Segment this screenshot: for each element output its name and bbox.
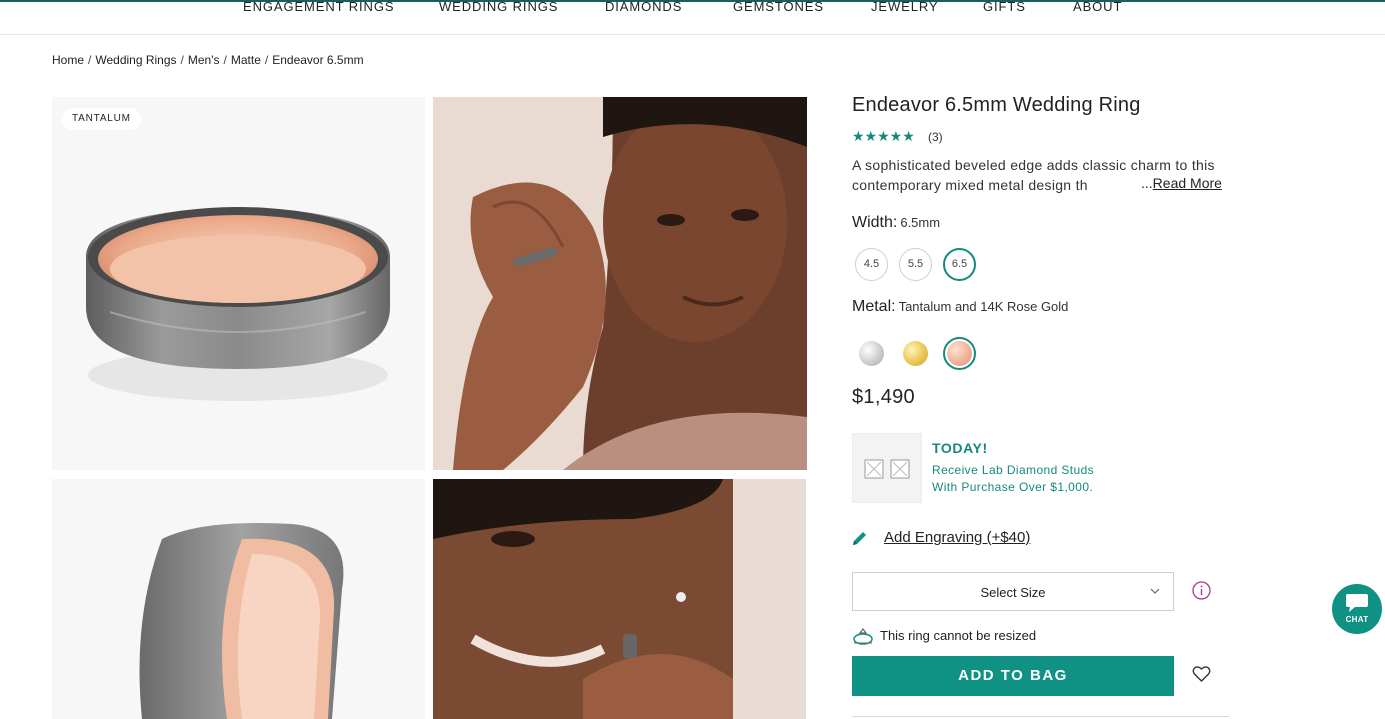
resize-note: This ring cannot be resized (880, 628, 1037, 643)
size-select[interactable]: Select Size (852, 572, 1174, 611)
breadcrumb-matte[interactable]: Matte (231, 53, 261, 67)
metal-option-rose[interactable] (943, 337, 976, 370)
promo-line-2: With Purchase Over $1,000. (932, 480, 1094, 494)
nav-wedding-rings[interactable]: Wedding Rings (439, 0, 558, 14)
nav-engagement-rings[interactable]: Engagement Rings (243, 0, 394, 14)
metal-swatch-white (859, 341, 884, 366)
chat-bubble-icon (1346, 594, 1368, 612)
nav-about[interactable]: About (1073, 0, 1122, 14)
breadcrumb-mens[interactable]: Men's (188, 53, 220, 67)
size-select-placeholder: Select Size (980, 585, 1046, 600)
metal-option-yellow[interactable] (899, 337, 932, 370)
model-smile-illustration (433, 479, 806, 719)
promo-text: Receive Lab Diamond Studs With Purchase … (932, 462, 1132, 496)
chat-button[interactable]: CHAT (1332, 584, 1382, 634)
chat-label: CHAT (1345, 615, 1369, 624)
nav-diamonds[interactable]: Diamonds (605, 0, 682, 14)
metal-value: Tantalum and 14K Rose Gold (898, 299, 1069, 314)
promo-title: TODAY! (932, 440, 988, 456)
rating-stars[interactable]: ★★★★★ (852, 128, 915, 145)
nav-jewelry[interactable]: Jewelry (871, 0, 938, 14)
breadcrumb-separator: / (180, 53, 184, 67)
heart-icon[interactable] (1192, 665, 1211, 688)
metal-label-row: Metal: Tantalum and 14K Rose Gold (852, 298, 1068, 316)
metal-option-white[interactable] (855, 337, 888, 370)
width-option-6-5[interactable]: 6.5 (943, 248, 976, 281)
width-option-4-5[interactable]: 4.5 (855, 248, 888, 281)
read-more: ...Read More (1141, 175, 1222, 191)
nav-gifts[interactable]: Gifts (983, 0, 1026, 14)
material-badge: TANTALUM (62, 108, 141, 130)
gallery-image-ring-angle[interactable] (52, 479, 425, 719)
breadcrumb-home[interactable]: Home (52, 53, 84, 67)
model-photo-illustration (433, 97, 807, 470)
promo-line-1: Receive Lab Diamond Studs (932, 463, 1095, 477)
divider (852, 716, 1229, 717)
metal-label: Metal: (852, 298, 896, 315)
pencil-icon (851, 529, 869, 552)
width-value: 6.5mm (900, 215, 941, 230)
ring-resize-icon (852, 627, 874, 652)
read-more-link[interactable]: Read More (1153, 175, 1222, 191)
top-accent-line (0, 0, 1385, 2)
breadcrumb-separator: / (88, 53, 92, 67)
ring-front-illustration (86, 207, 390, 401)
breadcrumb-current: Endeavor 6.5mm (272, 53, 364, 67)
review-count[interactable]: (3) (928, 130, 943, 144)
info-icon[interactable] (1192, 581, 1211, 605)
gallery-image-model-smile[interactable] (433, 479, 806, 719)
nav-gemstones[interactable]: Gemstones (733, 0, 824, 14)
chevron-down-icon (1150, 583, 1160, 601)
breadcrumb-separator: / (223, 53, 227, 67)
gallery-image-model-hand[interactable] (433, 97, 807, 470)
breadcrumb: Home / Wedding Rings / Men's / Matte / Endeavor … (52, 53, 364, 67)
gallery-image-ring-front[interactable] (52, 97, 425, 470)
width-label-row: Width: 6.5mm (852, 214, 940, 232)
promo-image (852, 433, 922, 503)
add-engraving-link[interactable]: Add Engraving (+$40) (884, 529, 1030, 546)
metal-swatch-rose (947, 341, 972, 366)
top-navigation: Engagement Rings Wedding Rings Diamonds … (0, 0, 1385, 35)
product-title: Endeavor 6.5mm Wedding Ring (852, 94, 1141, 116)
breadcrumb-wedding-rings[interactable]: Wedding Rings (95, 53, 176, 67)
add-to-bag-button[interactable]: ADD TO BAG (852, 656, 1174, 696)
diamond-studs-icon (864, 459, 910, 479)
width-label: Width: (852, 214, 898, 231)
ring-angle-illustration (139, 523, 344, 719)
product-price: $1,490 (852, 386, 915, 408)
metal-swatch-yellow (903, 341, 928, 366)
breadcrumb-separator: / (264, 53, 269, 67)
width-option-5-5[interactable]: 5.5 (899, 248, 932, 281)
read-more-ellipsis: ... (1141, 175, 1153, 191)
